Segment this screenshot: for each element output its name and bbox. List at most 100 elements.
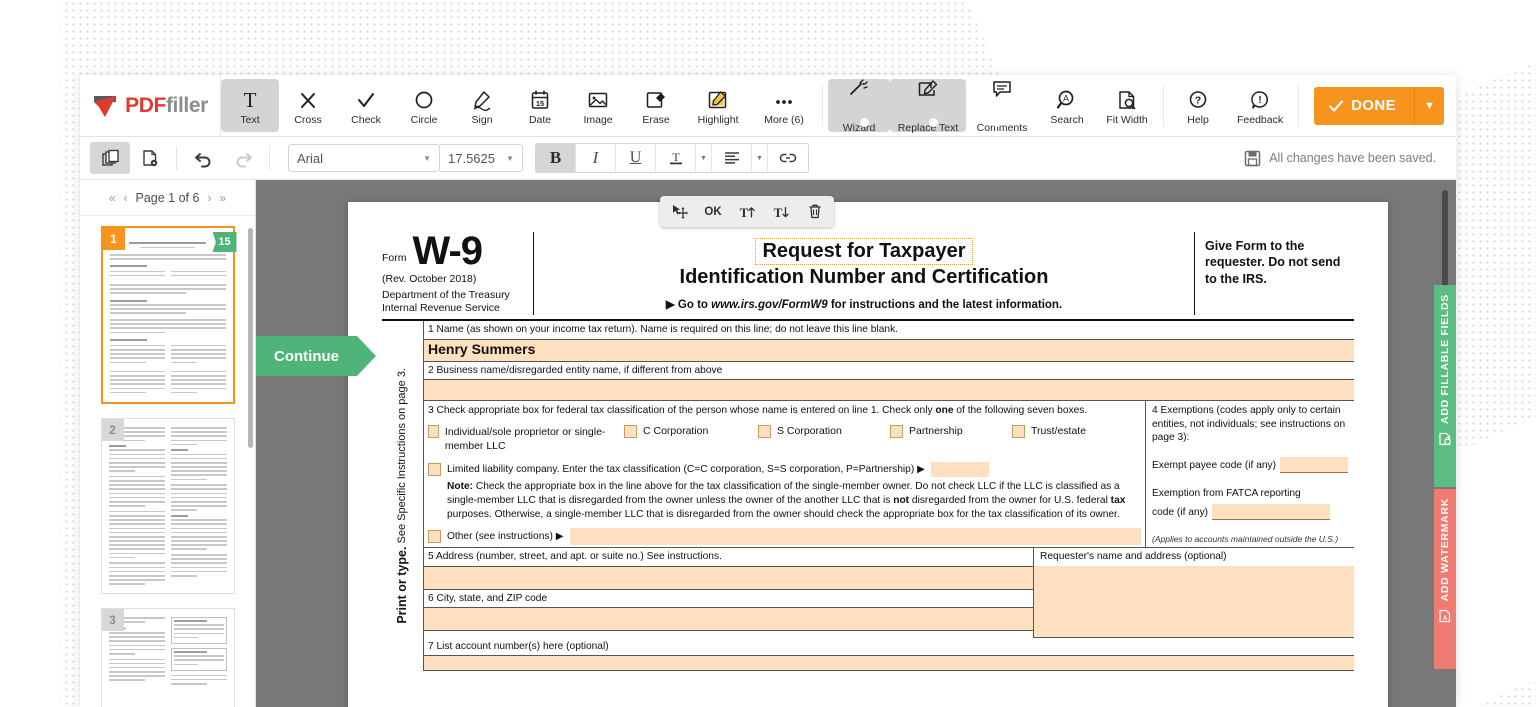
tool-sign[interactable]: Sign: [453, 79, 511, 132]
link-button[interactable]: [768, 144, 808, 172]
w9-line-6: 6 City, state, and ZIP code: [424, 590, 1033, 608]
tool-more-label: More (6): [764, 114, 804, 126]
text-color-button[interactable]: T: [656, 144, 696, 172]
tool-image[interactable]: Image: [569, 79, 627, 132]
requester-label: Requester's name and address (optional): [1040, 551, 1227, 563]
font-family-select[interactable]: Arial ▼: [288, 144, 440, 172]
page-settings-button[interactable]: [130, 142, 170, 174]
svg-text:A: A: [1443, 616, 1448, 622]
requester-address-field[interactable]: [1034, 565, 1354, 638]
next-page-button[interactable]: ›: [207, 191, 211, 205]
calendar-icon: 15: [530, 85, 550, 111]
pdf-page-canvas[interactable]: OK T T Form W-9 (Rev. October 2018) Depa…: [348, 196, 1388, 707]
line6-label: 6 City, state, and ZIP code: [428, 592, 548, 604]
other-text-field[interactable]: [569, 528, 1141, 546]
tool-more[interactable]: More (6): [751, 79, 817, 132]
italic-button[interactable]: I: [576, 144, 616, 172]
undo-button[interactable]: [183, 142, 223, 174]
toolbar-divider-2: [1163, 85, 1165, 126]
continue-button-label: Continue: [274, 347, 339, 365]
add-fillable-fields-tab[interactable]: ADD FILLABLE FIELDS: [1434, 285, 1456, 487]
move-handle-icon[interactable]: [662, 198, 696, 225]
align-dropdown[interactable]: ▼: [752, 144, 768, 172]
sign-pen-icon: [471, 85, 493, 111]
font-size-value: 17.5625: [448, 150, 495, 166]
line2-business-name-field[interactable]: [424, 379, 1354, 400]
line7-account-numbers-field[interactable]: [424, 655, 1354, 670]
logo-container[interactable]: PDFfiller: [80, 75, 222, 136]
checkbox-other[interactable]: [428, 530, 441, 544]
tool-comments-label: Comments: [976, 121, 1028, 134]
tool-check[interactable]: Check: [337, 79, 395, 132]
goto-suffix: for instructions and the latest informat…: [827, 299, 1063, 311]
svg-text:T: T: [672, 150, 680, 164]
save-status-label: All changes have been saved.: [1269, 151, 1436, 165]
first-page-button[interactable]: «: [109, 191, 116, 205]
fatca-code-field[interactable]: [1212, 503, 1331, 520]
screenshot-root: PDFfiller T Text Cross Check Circle Sign…: [0, 0, 1536, 707]
thumbnail-scrollbar[interactable]: [248, 228, 253, 448]
tool-replace-text[interactable]: Replace Text: [890, 79, 967, 134]
thumbnail-page-2[interactable]: 2: [100, 418, 235, 594]
svg-text:!: !: [1258, 95, 1261, 106]
right-side-tabs: ADD FILLABLE FIELDS ADD WATERMARK A: [1434, 285, 1456, 669]
line5-label: 5 Address (number, street, and apt. or s…: [428, 551, 722, 563]
logo-text-filler: filler: [165, 93, 208, 117]
checkbox-individual[interactable]: [428, 424, 439, 438]
tool-wizard[interactable]: Wizard: [828, 78, 891, 134]
tool-text[interactable]: T Text: [221, 79, 280, 132]
tool-fit-width[interactable]: Fit Width: [1096, 79, 1158, 132]
checkbox-c-corporation[interactable]: [624, 424, 637, 438]
prev-page-button[interactable]: ‹: [124, 191, 128, 205]
tool-circle[interactable]: Circle: [395, 79, 453, 132]
thumbnail-list[interactable]: 1 15 2 3: [80, 216, 255, 707]
tool-help[interactable]: ? Help: [1169, 79, 1227, 132]
search-icon: A: [1056, 85, 1078, 111]
tool-highlight[interactable]: Highlight: [685, 79, 751, 132]
format-divider-2: [269, 146, 270, 170]
tool-cross[interactable]: Cross: [279, 79, 337, 132]
checkbox-partnership[interactable]: [890, 424, 903, 438]
ok-button[interactable]: OK: [696, 198, 730, 225]
font-size-select[interactable]: 17.5625 ▼: [439, 144, 523, 172]
thumbnail-fields-badge: 15: [212, 232, 237, 252]
bold-button[interactable]: B: [536, 144, 576, 172]
thumbnail-page-3[interactable]: 3: [100, 608, 235, 707]
continue-button[interactable]: Continue: [256, 336, 376, 376]
llc-classification-field[interactable]: [930, 461, 989, 477]
tool-search[interactable]: A Search: [1038, 79, 1096, 132]
selected-text-field[interactable]: Request for Taxpayer: [755, 238, 973, 265]
increase-font-icon[interactable]: T: [730, 198, 764, 225]
done-button-label: DONE: [1351, 97, 1396, 114]
goto-url[interactable]: www.irs.gov/FormW9: [711, 299, 828, 311]
underline-button[interactable]: U: [616, 144, 656, 172]
document-viewport[interactable]: Continue OK T T Form W-9 (Rev. October 2…: [256, 180, 1456, 707]
text-color-dropdown[interactable]: ▼: [696, 144, 712, 172]
toolbar-divider-3: [1298, 85, 1300, 126]
copy-pages-button[interactable]: [90, 142, 130, 174]
line6-city-state-zip-field[interactable]: [424, 607, 1033, 630]
line1-name-field[interactable]: Henry Summers: [424, 339, 1354, 361]
comment-icon: [991, 78, 1013, 104]
treasury-line-1: Department of the Treasury: [382, 289, 510, 302]
exempt-payee-field[interactable]: [1280, 457, 1348, 474]
thumbnail-page-1[interactable]: 1 15: [100, 226, 237, 404]
classification-label-s-corp: S Corporation: [777, 424, 842, 437]
redo-button[interactable]: [223, 142, 263, 174]
last-page-button[interactable]: »: [219, 191, 226, 205]
tool-text-label: Text: [240, 114, 260, 126]
tool-erase[interactable]: Erase: [627, 79, 685, 132]
done-button[interactable]: DONE ▼: [1314, 86, 1444, 125]
tool-comments[interactable]: Comments: [966, 78, 1038, 134]
delete-icon[interactable]: [798, 198, 832, 225]
align-button[interactable]: [712, 144, 752, 172]
add-watermark-tab[interactable]: ADD WATERMARK A: [1434, 489, 1456, 669]
done-dropdown-caret-icon[interactable]: ▼: [1414, 86, 1444, 125]
checkbox-llc[interactable]: [428, 462, 441, 476]
tool-feedback[interactable]: ! Feedback: [1227, 79, 1293, 132]
checkbox-s-corporation[interactable]: [758, 424, 771, 438]
checkbox-trust-estate[interactable]: [1012, 424, 1025, 438]
decrease-font-icon[interactable]: T: [764, 198, 798, 225]
tool-date[interactable]: 15 Date: [511, 79, 569, 132]
line5-address-field[interactable]: [424, 566, 1033, 589]
